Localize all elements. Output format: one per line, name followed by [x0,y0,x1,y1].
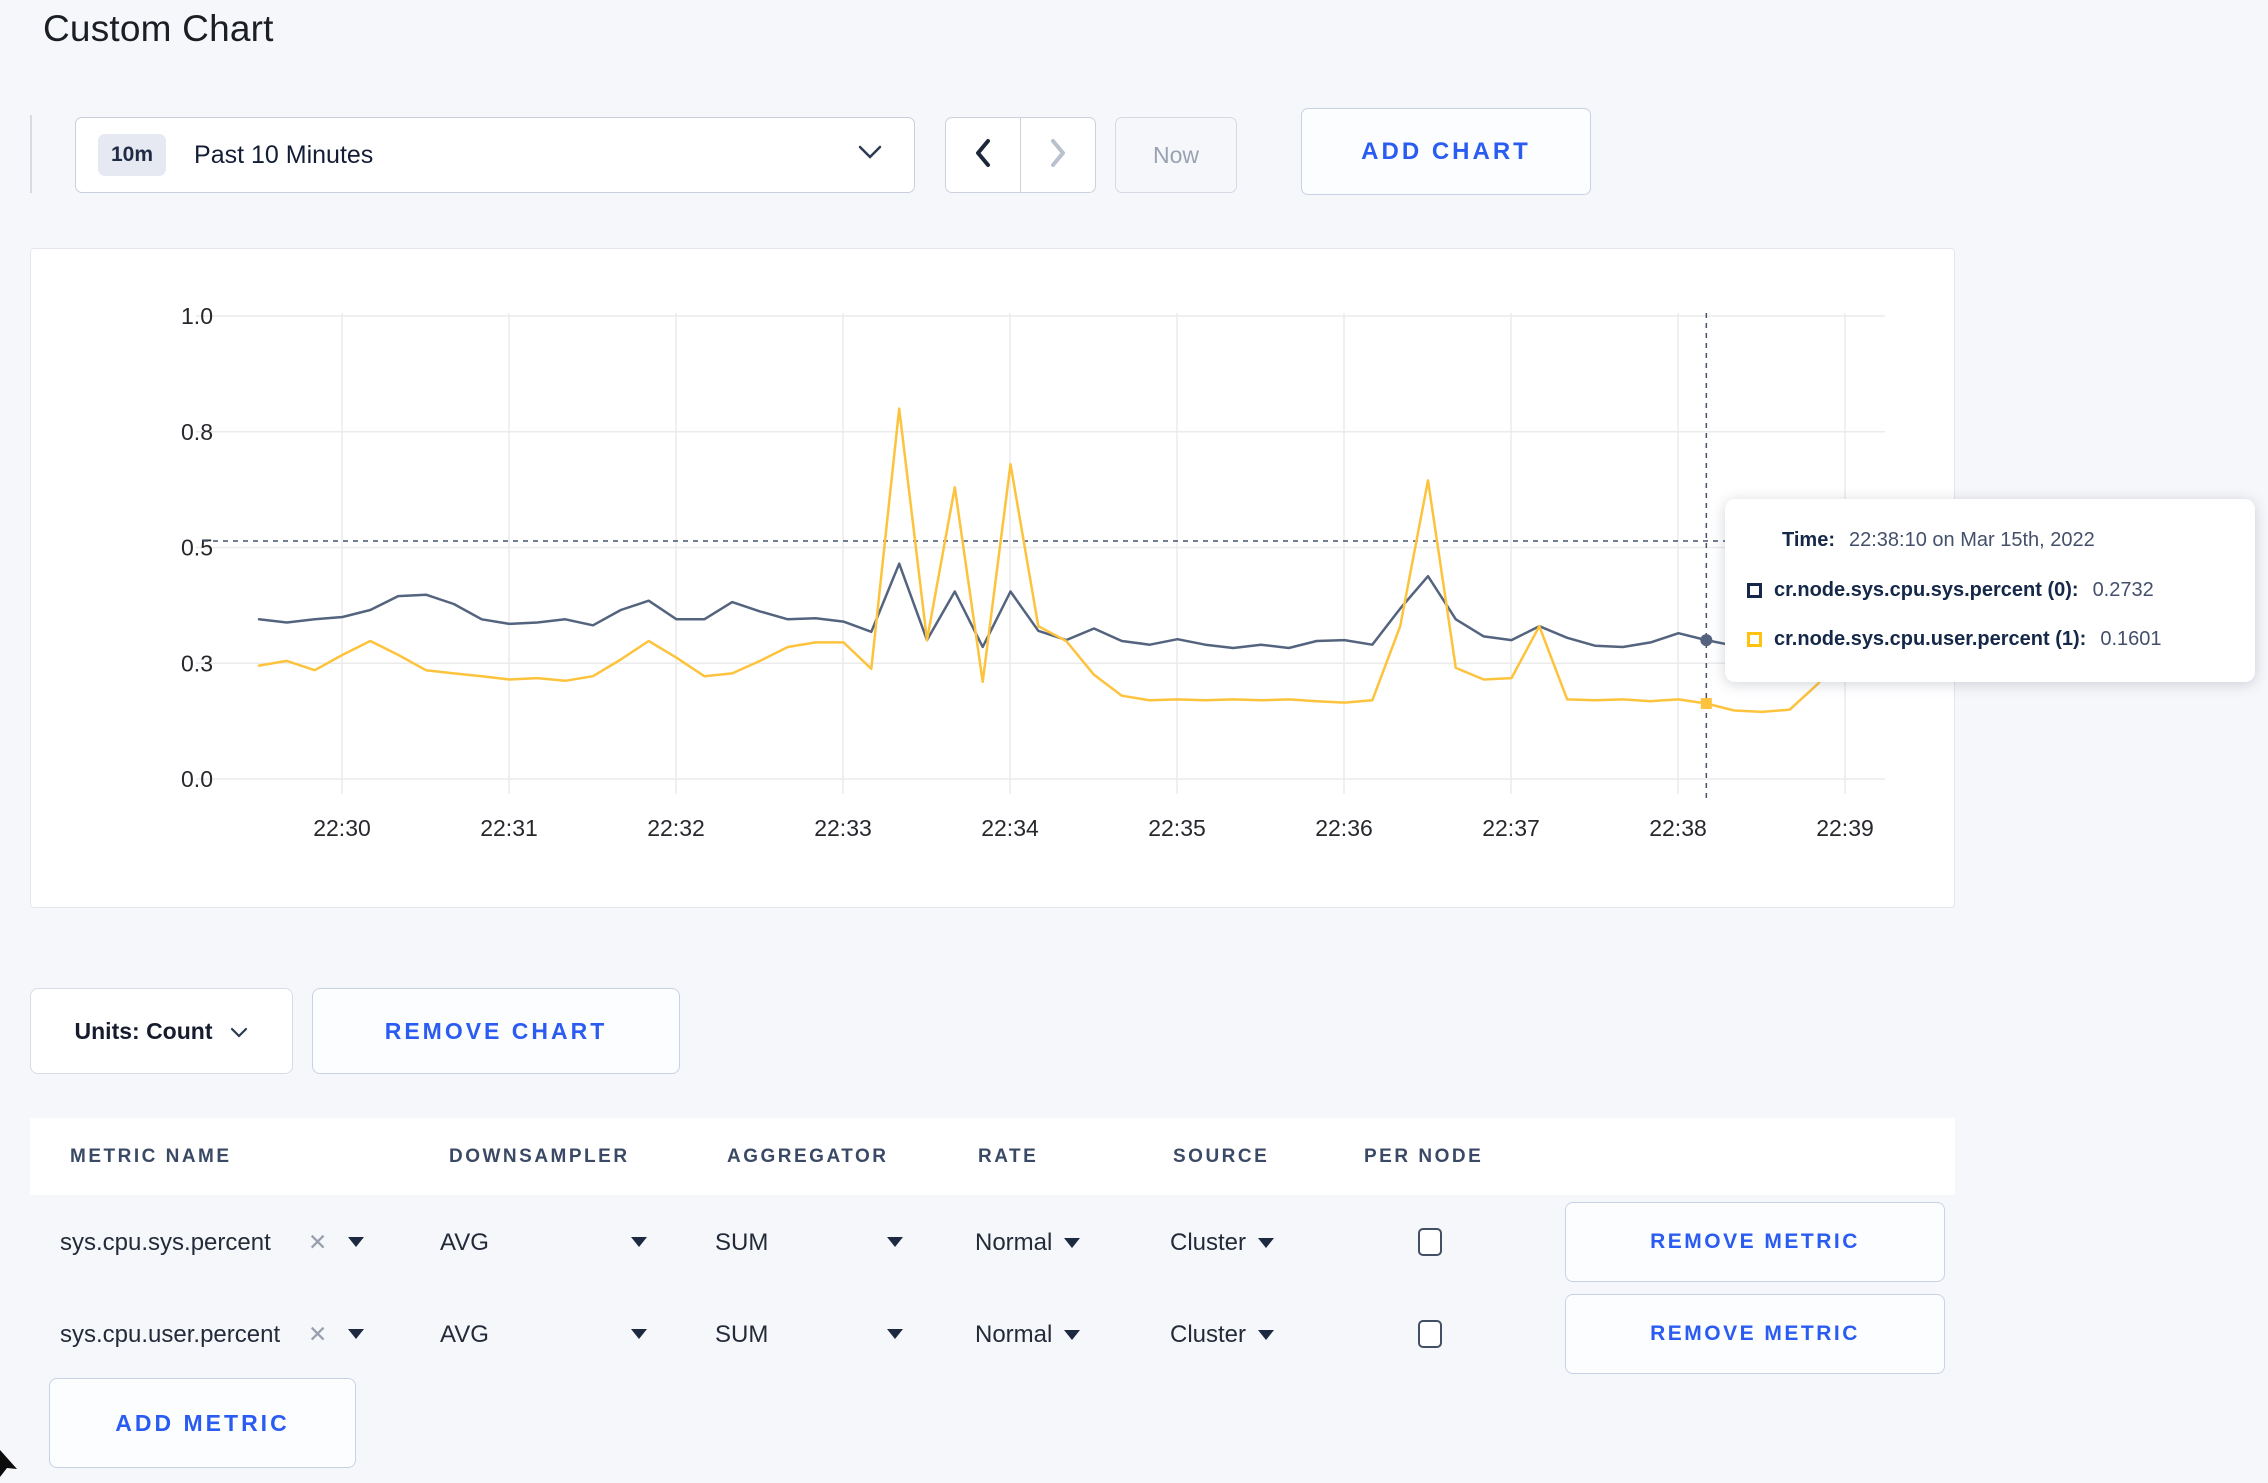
add-chart-button[interactable]: ADD CHART [1301,108,1591,195]
svg-text:22:38: 22:38 [1649,815,1707,841]
prev-time-button[interactable] [945,117,1021,193]
tooltip-time-value: 22:38:10 on Mar 15th, 2022 [1848,529,2095,551]
metric-name-caret-icon[interactable] [348,1329,364,1339]
rate-value: Normal [975,1229,1053,1256]
source-caret-icon [1258,1238,1275,1248]
next-time-button[interactable] [1020,117,1096,193]
chart-hover-tooltip: Time: 22:38:10 on Mar 15th, 2022 cr.node… [1725,499,2255,682]
downsampler-select[interactable]: AVG [440,1229,489,1257]
metric-name-value[interactable]: sys.cpu.user.percent [60,1321,280,1349]
chevron-right-icon [1045,137,1071,174]
rate-value: Normal [975,1321,1053,1348]
cpu-percent-chart[interactable]: 0.0 0.3 0.5 0.8 1.0 22:30 22:31 22:32 22:33 22:34… [31,249,1956,909]
source-value: Cluster [1170,1321,1247,1348]
svg-text:22:32: 22:32 [647,815,705,841]
time-pager [945,117,1096,193]
tooltip-series-value: 0.2732 [2092,579,2154,601]
rate-caret-icon [1064,1238,1081,1248]
rate-caret-icon [1064,1330,1081,1340]
source-select[interactable]: Cluster [1170,1229,1275,1257]
aggregator-select[interactable]: SUM [715,1321,768,1349]
svg-text:22:35: 22:35 [1148,815,1206,841]
units-dropdown[interactable]: Units: Count [30,988,293,1074]
downsampler-caret-icon[interactable] [631,1329,647,1339]
tooltip-series-row: cr.node.sys.cpu.user.percent (1): 0.1601 [1747,628,2162,651]
sys-percent-swatch-icon [1747,583,1762,598]
col-header-rate: RATE [978,1146,1039,1167]
time-range-label: Past 10 Minutes [194,140,374,169]
chart-card: 0.0 0.3 0.5 0.8 1.0 22:30 22:31 22:32 22:33 22:34… [30,248,1955,908]
metric-name-value[interactable]: sys.cpu.sys.percent [60,1229,271,1257]
svg-text:22:34: 22:34 [981,815,1039,841]
downsampler-caret-icon[interactable] [631,1237,647,1247]
tooltip-series-value: 0.1601 [2100,628,2162,650]
tooltip-time-label: Time: [1782,529,1835,551]
downsampler-select[interactable]: AVG [440,1321,489,1349]
svg-text:0.5: 0.5 [181,535,213,561]
toolbar-divider [30,115,32,193]
remove-chart-button[interactable]: REMOVE CHART [312,988,680,1074]
svg-text:22:33: 22:33 [814,815,872,841]
chevron-left-icon [970,137,996,174]
svg-text:22:37: 22:37 [1482,815,1540,841]
svg-text:22:30: 22:30 [313,815,371,841]
svg-text:0.3: 0.3 [181,650,213,676]
remove-metric-button[interactable]: REMOVE METRIC [1565,1202,1945,1282]
clear-metric-icon[interactable]: ✕ [308,1321,327,1348]
time-range-badge: 10m [98,134,167,176]
now-button[interactable]: Now [1115,117,1237,193]
svg-text:22:39: 22:39 [1816,815,1874,841]
time-range-dropdown[interactable]: 10m Past 10 Minutes [75,117,915,193]
remove-metric-button[interactable]: REMOVE METRIC [1565,1294,1945,1374]
metric-name-caret-icon[interactable] [348,1237,364,1247]
col-header-source: SOURCE [1173,1146,1270,1167]
col-header-metric-name: METRIC NAME [70,1146,232,1167]
svg-text:0.8: 0.8 [181,419,213,445]
aggregator-caret-icon[interactable] [887,1329,903,1339]
source-select[interactable]: Cluster [1170,1321,1275,1349]
user-percent-swatch-icon [1747,632,1762,647]
aggregator-select[interactable]: SUM [715,1229,768,1257]
aggregator-caret-icon[interactable] [887,1237,903,1247]
chevron-down-icon [230,1018,248,1045]
tooltip-series-label: cr.node.sys.cpu.sys.percent (0): [1774,579,2079,601]
tooltip-series-label: cr.node.sys.cpu.user.percent (1): [1774,628,2087,650]
mouse-cursor-icon [0,1450,20,1483]
per-node-checkbox[interactable] [1418,1320,1442,1348]
col-header-per-node: PER NODE [1364,1146,1484,1167]
svg-text:1.0: 1.0 [181,303,213,329]
rate-select[interactable]: Normal [975,1321,1081,1349]
units-label: Units: Count [74,1017,213,1044]
tooltip-series-row: cr.node.sys.cpu.sys.percent (0): 0.2732 [1747,579,2154,602]
custom-chart-page: { "page": { "title": "Custom Chart", "ac… [0,0,2268,1478]
chevron-down-icon [858,145,882,165]
add-metric-button[interactable]: ADD METRIC [49,1378,356,1468]
source-caret-icon [1258,1330,1275,1340]
svg-text:22:31: 22:31 [480,815,538,841]
per-node-checkbox[interactable] [1418,1228,1442,1256]
clear-metric-icon[interactable]: ✕ [308,1229,327,1256]
tooltip-time-row: Time: 22:38:10 on Mar 15th, 2022 [1782,529,2095,552]
rate-select[interactable]: Normal [975,1229,1081,1257]
svg-text:22:36: 22:36 [1315,815,1373,841]
col-header-aggregator: AGGREGATOR [727,1146,889,1167]
source-value: Cluster [1170,1229,1247,1256]
col-header-downsampler: DOWNSAMPLER [449,1146,630,1167]
page-title: Custom Chart [43,8,274,49]
svg-text:0.0: 0.0 [181,766,213,792]
